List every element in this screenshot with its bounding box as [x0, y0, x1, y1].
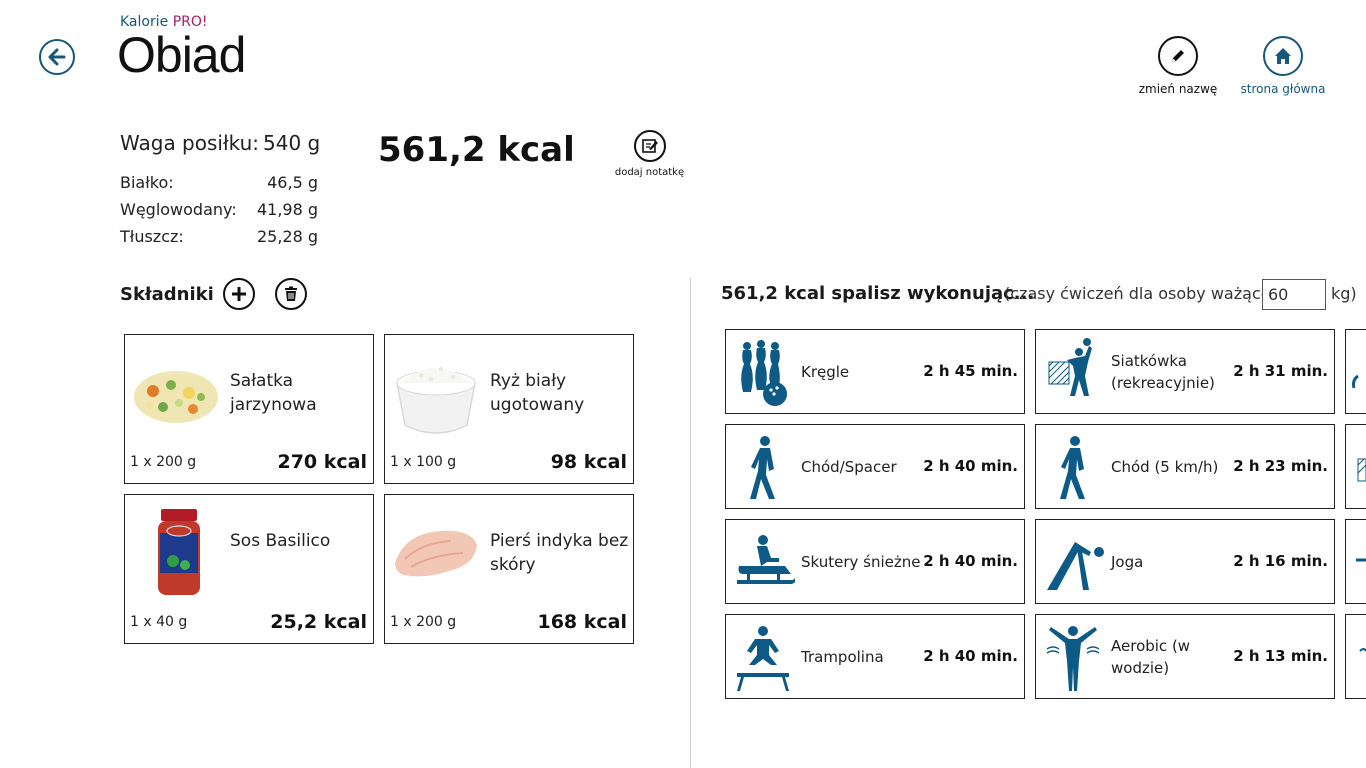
ingredient-name: Ryż biały ugotowany — [490, 371, 585, 415]
white-rice-bowl-image — [396, 367, 476, 434]
rename-button[interactable]: zmień nazwę — [1133, 36, 1223, 96]
add-note-button[interactable]: dodaj notatkę — [612, 130, 687, 178]
ingredient-quantity: 1 x 200 g — [390, 614, 457, 630]
macro-value: 46,5 g — [267, 173, 318, 192]
exercise-time: 2 h 16 min. — [1233, 552, 1328, 570]
ingredient-kcal: 25,2 kcal — [270, 611, 367, 633]
ingredient-card[interactable]: Sałatka jarzynowa 1 x 200 g 270 kcal — [124, 334, 374, 484]
ingredient-kcal: 168 kcal — [537, 611, 627, 633]
yoga-icon — [1047, 542, 1104, 590]
trampoline-icon — [737, 626, 789, 691]
macro-row-carbs: Węglowodany: 41,98 g — [120, 200, 318, 219]
meal-weight-label: Waga posiłku: — [120, 131, 260, 155]
exercise-card-partial[interactable] — [1345, 614, 1366, 699]
exercise-card-snowmobile[interactable]: Skutery śnieżne 2 h 40 min. — [725, 519, 1025, 604]
home-icon — [1275, 48, 1291, 64]
macro-label: Węglowodany: — [120, 200, 237, 219]
exercise-card-volleyball[interactable]: Siatkówka (rekreacyjnie) 2 h 31 min. — [1035, 329, 1335, 414]
pencil-icon — [1172, 50, 1184, 62]
ingredient-name: Pierś indyka bez skóry — [490, 531, 629, 575]
macro-label: Białko: — [120, 173, 174, 192]
volleyball-icon — [1048, 338, 1092, 396]
total-kcal: 561,2 kcal — [378, 130, 575, 170]
walking-icon — [750, 436, 775, 499]
ingredient-quantity: 1 x 100 g — [390, 454, 457, 470]
exercise-card-bowling[interactable]: Kręgle 2 h 45 min. — [725, 329, 1025, 414]
vegetable-salad-image — [134, 371, 218, 423]
ingredient-card[interactable]: Pierś indyka bez skóry 1 x 200 g 168 kca… — [384, 494, 634, 644]
exercise-card-yoga[interactable]: Joga 2 h 16 min. — [1035, 519, 1335, 604]
add-ingredient-button[interactable] — [223, 278, 255, 310]
exercise-partial-icon — [1359, 648, 1366, 652]
exercise-time: 2 h 40 min. — [923, 647, 1018, 665]
macro-row-fat: Tłuszcz: 25,28 g — [120, 227, 318, 246]
macro-value: 41,98 g — [256, 200, 318, 219]
bowling-icon — [741, 340, 787, 406]
ingredient-quantity: 1 x 200 g — [130, 454, 197, 470]
exercise-time: 2 h 40 min. — [923, 552, 1018, 570]
exercise-name: Trampolina — [801, 647, 884, 666]
exercise-card-water-aerobics[interactable]: Aerobic (w wodzie) 2 h 13 min. — [1035, 614, 1335, 699]
exercise-name: Siatkówka (rekreacyjnie) — [1111, 351, 1215, 392]
snowmobile-icon — [737, 535, 795, 584]
macro-value: 25,28 g — [256, 227, 318, 246]
exercise-partial-icon — [1357, 458, 1366, 482]
exercise-name: Joga — [1111, 552, 1144, 571]
exercise-name: Kręgle — [801, 362, 850, 381]
ingredients-title: Składniki — [120, 284, 214, 305]
macro-label: Tłuszcz: — [120, 227, 184, 246]
burn-title: 561,2 kcal spalisz wykonując... — [721, 283, 1035, 304]
back-button[interactable] — [39, 39, 75, 75]
home-button[interactable]: strona główna — [1238, 36, 1328, 96]
section-divider — [690, 278, 691, 768]
ingredient-kcal: 98 kcal — [550, 451, 627, 473]
plus-icon — [232, 287, 246, 301]
exercise-card-partial[interactable] — [1345, 329, 1366, 414]
exercise-time: 2 h 31 min. — [1233, 362, 1328, 380]
exercise-name: Chód (5 km/h) — [1111, 457, 1219, 476]
rename-label: zmień nazwę — [1138, 82, 1218, 96]
tomato-sauce-jar-image — [158, 509, 200, 595]
delete-ingredient-button[interactable] — [275, 278, 307, 310]
exercise-time: 2 h 45 min. — [923, 362, 1018, 380]
exercise-card-walking-5kmh[interactable]: Chód (5 km/h) 2 h 23 min. — [1035, 424, 1335, 509]
ingredient-name: Sałatka jarzynowa — [230, 371, 317, 415]
macro-row-protein: Białko: 46,5 g — [120, 173, 318, 192]
ingredient-name: Sos Basilico — [230, 531, 331, 551]
walking-icon — [1060, 436, 1085, 499]
ingredient-card[interactable]: Ryż biały ugotowany 1 x 100 g 98 kcal — [384, 334, 634, 484]
exercise-partial-icon — [1356, 558, 1366, 562]
exercise-card-walking[interactable]: Chód/Spacer 2 h 40 min. — [725, 424, 1025, 509]
arrow-left-icon — [48, 48, 66, 66]
water-aerobics-icon — [1046, 626, 1100, 691]
exercise-name: Skutery śnieżne — [801, 552, 921, 571]
ingredient-quantity: 1 x 40 g — [130, 614, 188, 630]
exercise-partial-icon — [1352, 374, 1359, 389]
burn-subtitle: (czasy ćwiczeń dla osoby ważącej — [1004, 284, 1276, 303]
note-edit-icon — [641, 139, 658, 153]
exercise-card-partial[interactable] — [1345, 519, 1366, 604]
home-circle — [1263, 36, 1303, 76]
home-label: strona główna — [1240, 82, 1326, 96]
ingredient-card[interactable]: Sos Basilico 1 x 40 g 25,2 kcal — [124, 494, 374, 644]
add-note-circle — [633, 130, 666, 162]
exercise-name: Chód/Spacer — [801, 457, 897, 476]
weight-unit-label: kg) — [1331, 284, 1357, 303]
exercise-time: 2 h 13 min. — [1233, 647, 1328, 665]
exercise-time: 2 h 23 min. — [1233, 457, 1328, 475]
exercise-card-partial[interactable] — [1345, 424, 1366, 509]
add-note-label: dodaj notatkę — [614, 167, 685, 178]
trash-icon — [285, 286, 297, 301]
exercise-name: Aerobic (w wodzie) — [1111, 636, 1191, 677]
exercise-time: 2 h 40 min. — [923, 457, 1018, 475]
ingredient-kcal: 270 kcal — [277, 451, 367, 473]
turkey-breast-image — [395, 530, 477, 577]
rename-circle — [1158, 36, 1198, 76]
page-title: Obiad — [117, 27, 246, 83]
meal-weight-value: 540 g — [263, 131, 321, 155]
person-weight-input[interactable] — [1262, 279, 1326, 310]
exercise-card-trampoline[interactable]: Trampolina 2 h 40 min. — [725, 614, 1025, 699]
